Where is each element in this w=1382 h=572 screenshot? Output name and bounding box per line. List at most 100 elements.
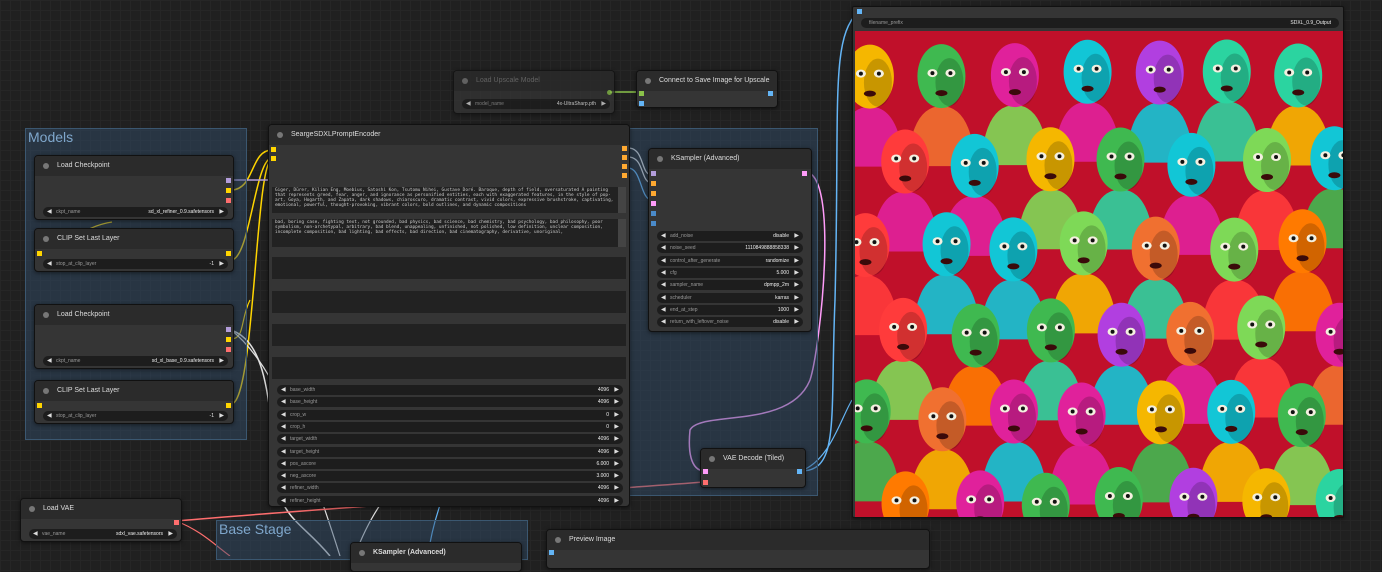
refiner-positive-output-socket[interactable]	[622, 164, 627, 169]
right-arrow-icon[interactable]: ▶	[614, 410, 619, 420]
left-arrow-icon[interactable]: ◀	[281, 459, 286, 469]
left-arrow-icon[interactable]: ◀	[466, 99, 471, 109]
image-input-socket[interactable]	[639, 101, 644, 106]
vae-decode-tiled-node[interactable]: VAE Decode (Tiled)	[700, 448, 806, 488]
widget-pos-ascore[interactable]: ◀ pos_ascore 6.000 ▶	[277, 458, 623, 469]
collapse-dot-icon[interactable]	[43, 236, 49, 242]
widget-end-at-step[interactable]: ◀ end_at_step 1000 ▶	[657, 304, 803, 315]
left-arrow-icon[interactable]: ◀	[281, 410, 286, 420]
right-arrow-icon[interactable]: ▶	[614, 459, 619, 469]
negative-input-socket[interactable]	[651, 191, 656, 196]
left-arrow-icon[interactable]: ◀	[281, 434, 286, 444]
collapse-dot-icon[interactable]	[555, 537, 561, 543]
right-arrow-icon[interactable]: ▶	[614, 496, 619, 506]
left-arrow-icon[interactable]: ◀	[661, 280, 666, 290]
load-vae-node[interactable]: Load VAE ◀ vae_name sdxl_vae.safetensors…	[20, 498, 182, 542]
right-arrow-icon[interactable]: ▶	[219, 411, 224, 421]
vae-output-socket[interactable]	[226, 347, 231, 352]
model-input-socket[interactable]	[651, 171, 656, 176]
clip-output-socket[interactable]	[226, 337, 231, 342]
left-arrow-icon[interactable]: ◀	[47, 411, 52, 421]
refiner-negative-text-input[interactable]	[272, 357, 626, 379]
right-arrow-icon[interactable]: ▶	[794, 243, 799, 253]
clip-input-socket[interactable]	[37, 251, 42, 256]
prompt-encoder-node[interactable]: SeargeSDXLPromptEncoder Giger, Dürer, Ki…	[268, 124, 630, 507]
refiner-clip-input-socket[interactable]	[271, 156, 276, 161]
stop-at-clip-layer-number[interactable]: ◀ stop_at_clip_layer -1 ▶	[43, 411, 228, 421]
vae-output-socket[interactable]	[174, 520, 179, 525]
collapse-dot-icon[interactable]	[359, 550, 365, 556]
upscale-model-input-socket[interactable]	[639, 91, 644, 96]
model-output-socket[interactable]	[226, 178, 231, 183]
negative-prompt-textarea[interactable]: bad, boring case, fighting text, not gro…	[272, 219, 618, 247]
right-arrow-icon[interactable]: ▶	[794, 268, 799, 278]
vae-name-combo[interactable]: ◀ vae_name sdxl_vae.safetensors ▶	[29, 529, 177, 539]
right-arrow-icon[interactable]: ▶	[614, 434, 619, 444]
right-arrow-icon[interactable]: ▶	[614, 447, 619, 457]
widget-sampler-name[interactable]: ◀ sampler_name dpmpp_2m ▶	[657, 280, 803, 291]
left-arrow-icon[interactable]: ◀	[47, 356, 52, 366]
collapse-dot-icon[interactable]	[709, 456, 715, 462]
left-arrow-icon[interactable]: ◀	[281, 471, 286, 481]
ksampler-base-node[interactable]: KSampler (Advanced)	[350, 542, 522, 572]
left-arrow-icon[interactable]: ◀	[661, 317, 666, 327]
widget-neg-ascore[interactable]: ◀ neg_ascore 3.000 ▶	[277, 471, 623, 482]
output-image-preview[interactable]	[855, 31, 1343, 517]
clip-set-last-layer-node-1[interactable]: CLIP Set Last Layer ◀ stop_at_clip_layer…	[34, 228, 234, 272]
collapse-dot-icon[interactable]	[277, 132, 283, 138]
right-arrow-icon[interactable]: ▶	[794, 317, 799, 327]
left-arrow-icon[interactable]: ◀	[281, 397, 286, 407]
widget-scheduler[interactable]: ◀ scheduler karras ▶	[657, 292, 803, 303]
right-arrow-icon[interactable]: ▶	[614, 397, 619, 407]
clip-output-socket[interactable]	[226, 251, 231, 256]
widget-crop-h[interactable]: ◀ crop_h 0 ▶	[277, 421, 623, 432]
positive-prompt-textarea[interactable]: Giger, Dürer, Kilian Eng, Moebius, Satos…	[272, 187, 618, 213]
right-arrow-icon[interactable]: ▶	[168, 529, 173, 539]
clip-input-socket[interactable]	[37, 403, 42, 408]
right-arrow-icon[interactable]: ▶	[219, 259, 224, 269]
left-arrow-icon[interactable]: ◀	[661, 231, 666, 241]
latent-output-socket[interactable]	[802, 171, 807, 176]
left-arrow-icon[interactable]: ◀	[281, 422, 286, 432]
widget-target-width[interactable]: ◀ target_width 4096 ▶	[277, 434, 623, 445]
upscale-model-output-socket[interactable]	[607, 90, 612, 95]
ckpt-name-combo[interactable]: ◀ ckpt_name sd_xl_base_0.9.safetensors ▶	[43, 356, 228, 366]
right-arrow-icon[interactable]: ▶	[614, 385, 619, 395]
model-output-socket[interactable]	[226, 327, 231, 332]
prompt-scrollbar[interactable]	[618, 187, 626, 213]
image-output-socket[interactable]	[797, 469, 802, 474]
widget-refiner-height[interactable]: ◀ refiner_height 4096 ▶	[277, 495, 623, 506]
connect-save-image-node[interactable]: Connect to Save Image for Upscale	[636, 70, 778, 108]
collapse-dot-icon[interactable]	[645, 78, 651, 84]
ckpt-name-combo[interactable]: ◀ ckpt_name sd_xl_refiner_0.9.safetensor…	[43, 207, 228, 217]
left-arrow-icon[interactable]: ◀	[661, 268, 666, 278]
right-arrow-icon[interactable]: ▶	[614, 471, 619, 481]
collapse-dot-icon[interactable]	[43, 163, 49, 169]
widget-noise-seed[interactable]: ◀ noise_seed 1110849888858338 ▶	[657, 243, 803, 254]
latent-image-input-socket[interactable]	[651, 201, 656, 206]
widget-base-height[interactable]: ◀ base_height 4096 ▶	[277, 397, 623, 408]
vae-output-socket[interactable]	[226, 198, 231, 203]
widget-base-width[interactable]: ◀ base_width 4096 ▶	[277, 385, 623, 395]
collapse-dot-icon[interactable]	[43, 312, 49, 318]
text-l-input[interactable]	[272, 291, 626, 313]
right-arrow-icon[interactable]: ▶	[794, 256, 799, 266]
clip-set-last-layer-node-2[interactable]: CLIP Set Last Layer ◀ stop_at_clip_layer…	[34, 380, 234, 424]
collapse-dot-icon[interactable]	[462, 78, 468, 84]
positive-input-socket[interactable]	[651, 181, 656, 186]
widget-return-with-leftover-noise[interactable]: ◀ return_with_leftover_noise disable ▶	[657, 317, 803, 328]
widget-target-height[interactable]: ◀ target_height 4096 ▶	[277, 446, 623, 457]
clip-output-socket[interactable]	[226, 403, 231, 408]
images-input-socket[interactable]	[857, 9, 862, 14]
widget-crop-w[interactable]: ◀ crop_w 0 ▶	[277, 409, 623, 420]
left-arrow-icon[interactable]: ◀	[281, 483, 286, 493]
left-arrow-icon[interactable]: ◀	[281, 447, 286, 457]
right-arrow-icon[interactable]: ▶	[219, 207, 224, 217]
preview-image-node[interactable]: Preview Image	[546, 529, 930, 569]
base-clip-input-socket[interactable]	[271, 147, 276, 152]
ksampler-advanced-node[interactable]: KSampler (Advanced) ◀ add_noise disable ▶ ◀ n…	[648, 148, 812, 332]
left-arrow-icon[interactable]: ◀	[281, 496, 286, 506]
widget-control-after-generate[interactable]: ◀ control_after_generate randomize ▶	[657, 255, 803, 266]
refiner-text-input[interactable]	[272, 324, 626, 346]
steps-input-socket[interactable]	[651, 211, 656, 216]
